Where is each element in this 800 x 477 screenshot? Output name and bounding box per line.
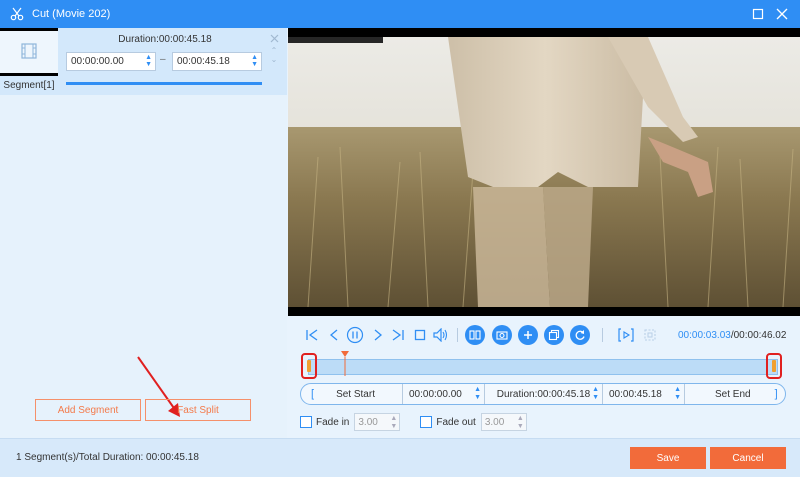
volume-icon[interactable]: [431, 325, 451, 345]
set-end-button[interactable]: Set End ]: [685, 384, 785, 404]
playhead[interactable]: [340, 350, 350, 380]
footer-bar: 1 Segment(s)/Total Duration: 00:00:45.18…: [0, 438, 800, 477]
pause-icon[interactable]: [345, 325, 365, 345]
reset-icon[interactable]: [570, 325, 590, 345]
controls-divider: [457, 328, 458, 342]
film-icon: [20, 42, 38, 63]
segment-thumbnail[interactable]: [0, 28, 58, 76]
stop-icon[interactable]: [410, 325, 430, 345]
end-time-field[interactable]: 00:00:45.18 ▲ ▼: [603, 384, 685, 404]
end-spinner[interactable]: ▲ ▼: [251, 54, 258, 68]
handle-grip-icon: [307, 360, 311, 372]
loop-icon[interactable]: [640, 325, 660, 345]
segment-progress-bar: [66, 82, 262, 85]
title-bar: Cut (Movie 202): [0, 0, 800, 28]
video-frame: [288, 37, 800, 307]
copy-icon[interactable]: [544, 325, 564, 345]
duration-spinner[interactable]: ▲ ▼: [592, 386, 599, 402]
bracket-right-icon: ]: [774, 388, 778, 400]
fade-in-checkbox[interactable]: [300, 416, 312, 428]
start-spinner[interactable]: ▲ ▼: [145, 54, 152, 68]
controls-divider-2: [602, 328, 603, 342]
preview-icon[interactable]: [616, 325, 636, 345]
fade-in-label: Fade in: [316, 416, 350, 428]
add-segment-button[interactable]: Add Segment: [35, 399, 141, 421]
jump-end-icon[interactable]: [388, 325, 408, 345]
jump-start-icon[interactable]: [302, 325, 322, 345]
timeline-track[interactable]: [308, 359, 778, 375]
next-frame-icon[interactable]: [368, 325, 388, 345]
video-preview[interactable]: [288, 28, 800, 316]
total-time: /00:00:46.02: [730, 330, 787, 341]
fade-out-checkbox[interactable]: [420, 416, 433, 428]
end-time-spinner[interactable]: ▲ ▼: [674, 386, 681, 402]
segment-duration: Duration:00:00:45.18: [118, 34, 212, 45]
scissors-icon: [10, 7, 24, 21]
bracket-left-icon: [: [311, 388, 315, 400]
reorder-icon[interactable]: ⌃ ⌄: [268, 46, 280, 64]
handle-grip-icon: [772, 360, 776, 372]
segment-card[interactable]: Segment[1] Duration:00:00:45.18 00:00:00…: [0, 28, 287, 95]
start-time-field[interactable]: 00:00:00.00 ▲ ▼: [403, 384, 485, 404]
playback-controls: 00:00:03.03/00:00:46.02: [300, 322, 800, 348]
segment-start-field[interactable]: 00:00:00.00 ▲ ▼: [66, 52, 156, 71]
segment-end-field[interactable]: 00:00:45.18 ▲ ▼: [172, 52, 262, 71]
maximize-icon[interactable]: [750, 6, 766, 22]
save-button[interactable]: Save: [630, 447, 706, 469]
close-icon[interactable]: [774, 6, 790, 22]
fade-out-input[interactable]: 3.00 ▲ ▼: [480, 413, 527, 431]
snapshot-icon[interactable]: [492, 325, 512, 345]
cancel-button[interactable]: Cancel: [710, 447, 786, 469]
timeline[interactable]: [300, 350, 786, 380]
total-duration-summary: 1 Segment(s)/Total Duration: 00:00:45.18: [16, 452, 199, 463]
window-title: Cut (Movie 202): [32, 8, 111, 20]
add-icon[interactable]: [518, 325, 538, 345]
prev-frame-icon[interactable]: [324, 325, 344, 345]
segment-label: Segment[1]: [0, 76, 58, 95]
trim-end-handle[interactable]: [766, 353, 782, 379]
fade-out-label: Fade out: [436, 416, 476, 428]
fast-split-button[interactable]: Fast Split: [145, 399, 251, 421]
segment-panel: Segment[1] Duration:00:00:45.18 00:00:00…: [0, 28, 287, 438]
delete-segment-icon[interactable]: [268, 32, 280, 44]
duration-display: Duration:00:00:45.18 ▲ ▼: [485, 384, 603, 404]
trim-settings-bar: [ Set Start 00:00:00.00 ▲ ▼ Duration:00:0…: [300, 383, 786, 405]
split-icon[interactable]: [465, 325, 485, 345]
trim-start-handle[interactable]: [301, 353, 317, 379]
time-readout: 00:00:03.03/00:00:46.02: [678, 330, 786, 341]
range-separator: –: [160, 54, 166, 65]
fade-out-spinner[interactable]: ▲ ▼: [517, 415, 524, 431]
start-time-spinner[interactable]: ▲ ▼: [474, 386, 481, 402]
fade-in-spinner[interactable]: ▲ ▼: [390, 415, 397, 431]
fade-in-input[interactable]: 3.00 ▲ ▼: [354, 413, 401, 431]
current-time: 00:00:03.03: [678, 330, 731, 341]
fade-controls: Fade in 3.00 ▲ ▼ Fade out 3.00 ▲ ▼: [300, 412, 527, 432]
set-start-button[interactable]: [ Set Start: [301, 384, 403, 404]
